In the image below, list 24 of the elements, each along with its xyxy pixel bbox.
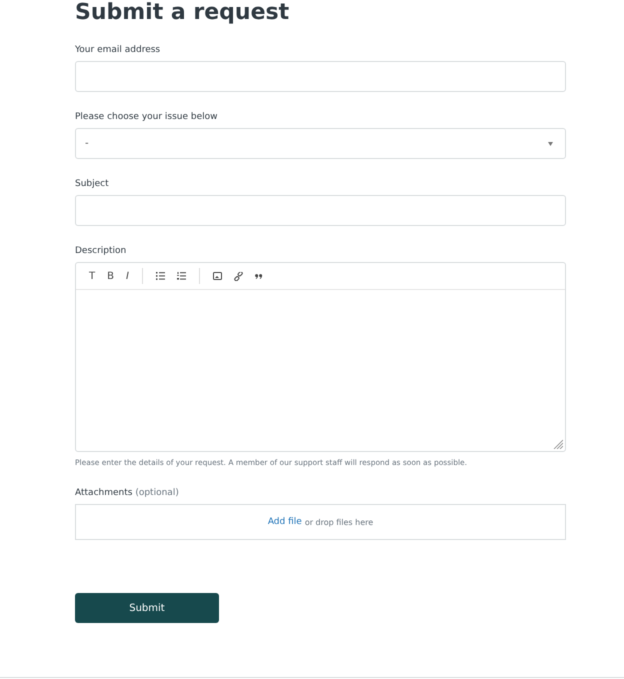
resize-handle-icon[interactable] xyxy=(553,439,563,449)
bulleted-list-icon xyxy=(156,272,165,280)
link-icon xyxy=(234,272,243,280)
numbered-list-icon xyxy=(176,272,186,280)
format-button[interactable]: I xyxy=(122,267,133,285)
field-label: Subject xyxy=(75,179,110,189)
page-title: Submit a request xyxy=(75,0,290,26)
input-field[interactable] xyxy=(75,195,566,226)
input-field[interactable] xyxy=(75,61,566,92)
format-button[interactable]: B xyxy=(103,267,118,285)
field-label: Please choose your issue below xyxy=(75,112,219,122)
dropdown[interactable]: - xyxy=(75,128,566,159)
image-icon xyxy=(212,272,222,280)
field-label: Attachments xyxy=(75,488,132,498)
file-drop-zone[interactable]: Add file or drop files here xyxy=(75,504,566,540)
caret-icon xyxy=(548,142,553,146)
drop-files-text: or drop files here xyxy=(304,518,374,526)
format-button[interactable]: T xyxy=(85,267,100,285)
submit-button[interactable]: Submit xyxy=(75,593,219,623)
optional-note: (optional) xyxy=(135,488,179,498)
field-label: Description xyxy=(75,246,128,256)
add-file-link[interactable]: Add file xyxy=(268,517,302,527)
quote-icon xyxy=(254,274,263,278)
field-label: Your email address xyxy=(75,45,162,55)
